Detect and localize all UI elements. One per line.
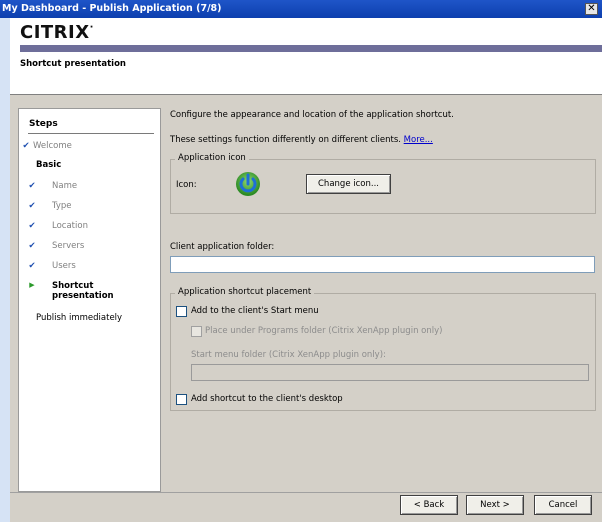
- group-legend: Application icon: [175, 153, 249, 163]
- check-icon: ✔: [28, 241, 36, 251]
- start-menu-label: Add to the client's Start menu: [191, 306, 319, 316]
- footer-divider: [10, 492, 602, 493]
- step-label: Location: [52, 221, 88, 231]
- programs-folder-checkbox[interactable]: [191, 326, 202, 337]
- programs-folder-label: Place under Programs folder (Citrix XenA…: [205, 326, 443, 336]
- steps-heading: Steps: [29, 119, 58, 129]
- close-icon: ✕: [587, 3, 596, 14]
- cancel-button[interactable]: Cancel: [534, 495, 592, 515]
- close-button[interactable]: ✕: [585, 3, 598, 15]
- steps-divider: [28, 133, 154, 134]
- start-menu-checkbox[interactable]: [176, 306, 187, 317]
- steps-panel: Steps ✔ Welcome Basic ✔ Name ✔ Type ✔ Lo…: [18, 108, 161, 492]
- step-label: Welcome: [33, 141, 72, 151]
- banner: CITRIX· Shortcut presentation: [10, 18, 602, 94]
- check-icon: ✔: [28, 201, 36, 211]
- shortcut-placement-group: Application shortcut placement Add to th…: [170, 287, 596, 411]
- more-link[interactable]: More...: [404, 135, 433, 145]
- window-title: My Dashboard - Publish Application (7/8): [2, 3, 222, 14]
- next-button[interactable]: Next >: [466, 495, 524, 515]
- page-title: Shortcut presentation: [20, 59, 126, 69]
- step-label: Servers: [52, 241, 85, 251]
- check-icon: ✔: [22, 141, 30, 151]
- citrix-logo: CITRIX·: [20, 22, 94, 43]
- step-label: Basic: [36, 160, 62, 170]
- intro-text: Configure the appearance and location of…: [170, 110, 454, 120]
- note-label: These settings function differently on d…: [170, 135, 401, 145]
- icon-label: Icon:: [176, 180, 197, 190]
- banner-bar: [20, 45, 602, 52]
- step-label: Publish immediately: [36, 313, 123, 323]
- back-button[interactable]: < Back: [400, 495, 458, 515]
- window-titlebar: My Dashboard - Publish Application (7/8)…: [0, 0, 602, 18]
- logo-suffix: ·: [89, 22, 94, 33]
- client-folder-input[interactable]: [170, 256, 595, 273]
- change-icon-button[interactable]: Change icon...: [306, 174, 391, 194]
- check-icon: ✔: [28, 181, 36, 191]
- client-folder-label: Client application folder:: [170, 242, 275, 252]
- note-text: These settings function differently on d…: [170, 135, 433, 145]
- desktop-label: Add shortcut to the client's desktop: [191, 394, 343, 404]
- group-legend: Application shortcut placement: [175, 287, 315, 297]
- application-icon-group: Application icon Icon: Change icon...: [170, 153, 596, 214]
- check-icon: ✔: [28, 221, 36, 231]
- wizard-window: CITRIX· Shortcut presentation Steps ✔ We…: [10, 18, 602, 522]
- desktop-checkbox[interactable]: [176, 394, 187, 405]
- check-icon: ✔: [28, 261, 36, 271]
- current-step-icon: ▶: [29, 281, 35, 289]
- step-label: Type: [52, 201, 72, 211]
- power-icon: [234, 170, 262, 198]
- main-panel: Configure the appearance and location of…: [168, 108, 602, 492]
- logo-text: CITRIX: [20, 22, 90, 43]
- step-label: Shortcut presentation: [52, 281, 114, 301]
- start-menu-folder-input[interactable]: [191, 364, 589, 381]
- step-label: Name: [52, 181, 78, 191]
- banner-divider: [10, 94, 602, 95]
- step-label: Users: [52, 261, 76, 271]
- start-menu-folder-label: Start menu folder (Citrix XenApp plugin …: [191, 350, 386, 360]
